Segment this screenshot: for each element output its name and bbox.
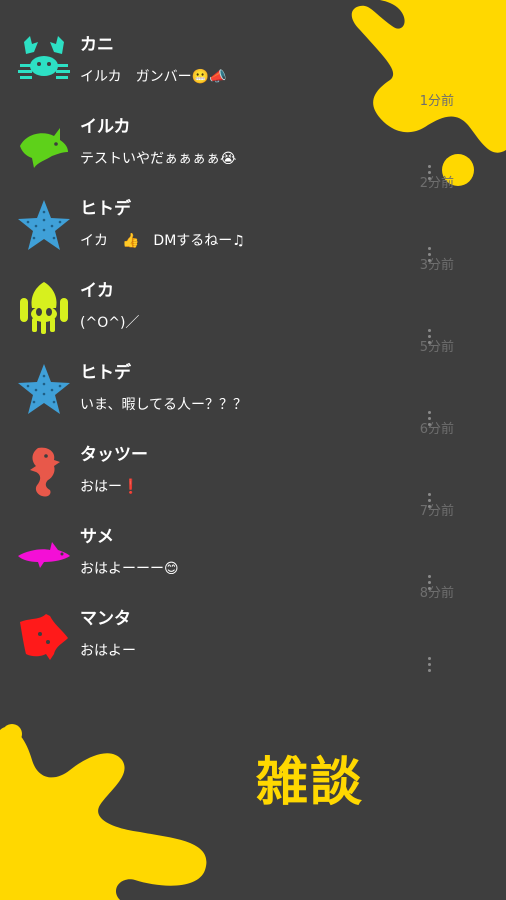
timestamp: 5分前 (419, 340, 454, 355)
message-preview: おはよー (80, 643, 136, 659)
message-preview: イカ 👍 DMするねー♫ (80, 233, 245, 249)
sender-name: マンタ (80, 609, 131, 629)
bottom-splat-decoration (0, 724, 207, 900)
sender-name: カニ (80, 35, 114, 55)
starfish-icon (16, 198, 72, 254)
squid-icon (16, 280, 72, 336)
sender-name: タッツー (80, 445, 148, 465)
timestamp: 3分前 (419, 258, 454, 273)
message-preview: テストいやだぁぁぁぁ😭 (80, 151, 237, 167)
manta-icon (16, 608, 72, 664)
sender-name: イカ (80, 281, 114, 301)
timestamp: 6分前 (419, 422, 454, 437)
sender-name: ヒトデ (80, 199, 131, 219)
message-preview: イルカ ガンバー😬📣 (80, 69, 227, 85)
page-title: 雑談 (256, 753, 365, 813)
chat-list: カニ イルカ ガンバー😬📣 1分前 イルカ テストいやだぁぁぁぁ😭 2分前 ヒト… (0, 22, 506, 678)
message-preview: いま、暇してる人ー？？？ (80, 397, 248, 413)
dolphin-icon (16, 116, 72, 172)
sender-name: イルカ (80, 117, 131, 137)
seahorse-icon (16, 444, 72, 500)
starfish-icon (16, 362, 72, 418)
sender-name: サメ (80, 527, 114, 547)
message-preview: (^O^)／ (80, 315, 140, 331)
sender-name: ヒトデ (80, 363, 131, 383)
chat-list-item[interactable]: 8分前 マンタ おはよー (0, 586, 506, 680)
timestamp: 2分前 (419, 176, 454, 191)
more-options-icon[interactable] (420, 654, 438, 680)
shark-icon (16, 526, 72, 582)
timestamp: 8分前 (419, 586, 454, 601)
timestamp: 7分前 (419, 504, 454, 519)
timestamp: 1分前 (419, 94, 454, 109)
message-preview: おはよーーー😊 (80, 561, 179, 577)
message-preview: おはー❗ (80, 479, 140, 495)
crab-icon (16, 34, 72, 90)
